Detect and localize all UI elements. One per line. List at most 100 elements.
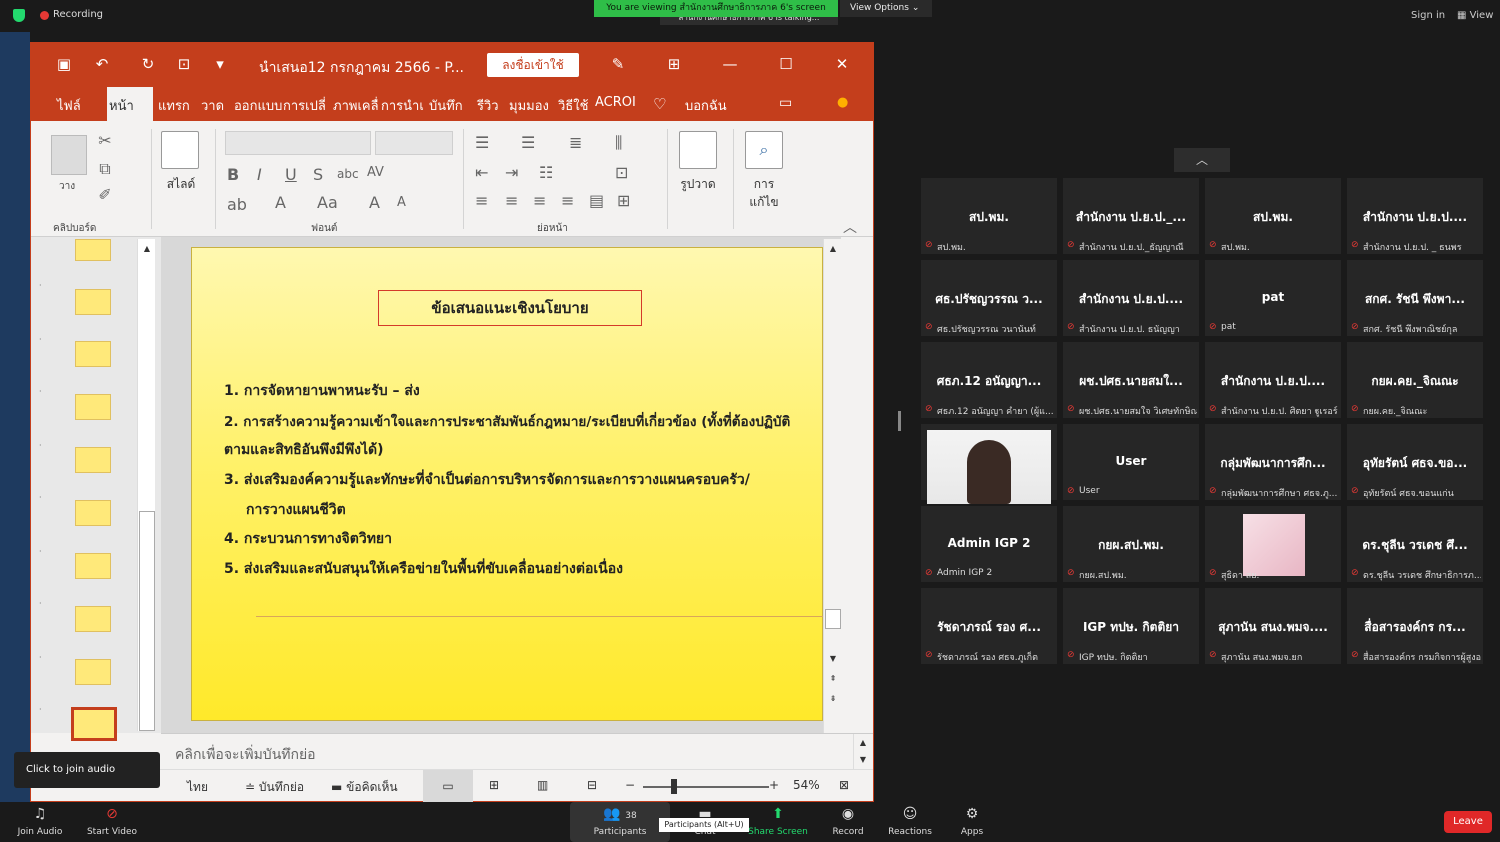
view-options-button[interactable]: View Options ⌄	[840, 0, 932, 17]
zoom-in-icon[interactable]: +	[769, 778, 779, 792]
start-video-button[interactable]: ⊘ Start Video	[76, 802, 148, 842]
highlight-icon[interactable]: ab	[227, 195, 247, 214]
participant-tile[interactable]: อุทัยรัตน์ ศธจ.ขอ... ⊘ อุทัยรัตน์ ศธจ.ขอนแ…	[1347, 424, 1483, 500]
justify-icon[interactable]: ≡	[561, 191, 574, 210]
close-icon[interactable]: ✕	[833, 55, 851, 73]
participant-tile[interactable]: สุภานัน สนง.พมจ.... ⊘ สุภานัน สนง.พมจ.ยก	[1205, 588, 1341, 664]
tab-draw[interactable]: วาด	[201, 95, 224, 116]
scroll-up-icon[interactable]: ▲	[825, 241, 841, 257]
language-status[interactable]: ไทย	[187, 778, 208, 797]
font-color-icon[interactable]: A	[275, 193, 286, 212]
participant-tile[interactable]: สำนักงาน ป.ย.ป.... ⊘ สำนักงาน ป.ย.ป. ธนัญญ…	[1063, 260, 1199, 336]
tab-help[interactable]: วิธีใช้	[558, 95, 588, 116]
tab-review[interactable]: รีวิว	[477, 95, 499, 116]
maximize-icon[interactable]: ☐	[777, 55, 795, 73]
participant-tile[interactable]: pat ⊘ pat	[1205, 260, 1341, 336]
format-painter-icon[interactable]: ✐	[95, 185, 115, 204]
find-icon[interactable]: ⌕	[745, 131, 783, 169]
change-case-icon[interactable]: Aa	[317, 193, 338, 212]
pen-icon[interactable]: ✎	[609, 55, 627, 73]
save-icon[interactable]: ▣	[55, 55, 73, 73]
share-screen-button[interactable]: ⬆ Share Screen	[742, 802, 814, 842]
present-icon[interactable]: ⊡	[175, 55, 193, 73]
notes-toggle[interactable]: ≐ บันทึกย่อ	[245, 778, 304, 797]
slide-thumbnail[interactable]	[75, 659, 111, 685]
slideshow-icon[interactable]: ⊟	[587, 778, 597, 792]
numbering-icon[interactable]: ☰	[521, 133, 535, 152]
view-button[interactable]: ▦ View	[1457, 10, 1493, 21]
zoom-out-icon[interactable]: −	[625, 778, 635, 792]
text-direction-icon[interactable]: ⫼	[615, 133, 622, 153]
slide-thumbnail[interactable]	[75, 239, 111, 261]
participant-tile[interactable]: สกศ. รัชนี พึงพา... ⊘ สกศ. รัชนี พึงพาณิชย…	[1347, 260, 1483, 336]
tab-view[interactable]: มุมมอง	[509, 95, 549, 116]
comments-toggle[interactable]: ▬ ข้อคิดเห็น	[331, 778, 398, 797]
tab-slideshow[interactable]: การนำเ	[381, 95, 424, 116]
thumbnail-scrollbar[interactable]: ▲	[137, 239, 155, 731]
participant-tile[interactable]: ผช.ปศธ.นายสมใ... ⊘ ผช.ปศธ.นายสมใจ วิเศษทัก…	[1063, 342, 1199, 418]
scroll-up-icon[interactable]: ▲	[855, 735, 871, 751]
bullets-icon[interactable]: ☰	[475, 133, 489, 152]
tab-record[interactable]: บันทึก	[429, 95, 463, 116]
smartart-icon[interactable]: ⊞	[617, 191, 630, 210]
minimize-icon[interactable]: —	[721, 55, 739, 73]
participant-tile[interactable]: สำนักงาน ป.ย.ป.... ⊘ สำนักงาน ป.ย.ป. ศิตยา…	[1205, 342, 1341, 418]
notes-pane[interactable]: คลิกเพื่อจะเพิ่มบันทึกย่อ ▲ ▼	[161, 733, 873, 770]
scroll-thumb[interactable]	[139, 511, 155, 731]
participant-tile[interactable]: สป.พม. ⊘ สป.พม.	[921, 178, 1057, 254]
notes-scrollbar[interactable]: ▲ ▼	[853, 734, 871, 770]
zoom-slider[interactable]	[643, 786, 769, 788]
participant-tile[interactable]: สำนักงาน ป.ย.ป.... ⊘ สำนักงาน ป.ย.ป. _ ธนพ…	[1347, 178, 1483, 254]
tab-acrobat[interactable]: ACROI	[595, 95, 636, 110]
participant-tile[interactable]: กยผ.สป.พม. ⊘ กยผ.สป.พม.	[1063, 506, 1199, 582]
tab-home[interactable]: หน้าแรก	[107, 87, 153, 121]
current-slide[interactable]: ข้อเสนอแนะเชิงนโยบาย 1. การจัดหายานพาหนะ…	[191, 247, 824, 721]
font-family-combo[interactable]	[225, 131, 371, 155]
apps-button[interactable]: ⚙ Apps	[936, 802, 1008, 842]
shapes-button-label[interactable]: รูปวาด	[673, 175, 723, 194]
reading-view-icon[interactable]: ▥	[537, 778, 548, 792]
shapes-icon[interactable]	[679, 131, 717, 169]
distribute-icon[interactable]: ▤	[589, 191, 604, 210]
scroll-up-icon[interactable]: ▲	[139, 241, 155, 257]
shadow-icon[interactable]: S	[313, 165, 323, 184]
participant-tile[interactable]: กยผ.คย._จิณณะ ⊘ กยผ.คย._จิณณะ	[1347, 342, 1483, 418]
tab-insert[interactable]: แทรก	[158, 95, 190, 116]
participant-tile[interactable]: ศธภ.12 อนัญญา... ⊘ ศธภ.12 อนัญญา คำยา (ผู้…	[921, 342, 1057, 418]
scroll-down-icon[interactable]: ▼	[855, 752, 871, 768]
paste-icon[interactable]	[51, 135, 87, 175]
slide-sorter-icon[interactable]: ⊞	[489, 778, 499, 792]
tab-transitions[interactable]: การเปลี่	[283, 95, 326, 116]
ribbon-display-icon[interactable]: ⊞	[665, 55, 683, 73]
participant-tile[interactable]: IGP ทปษ. กิตติยา ⊘ IGP ทปษ. กิตติยา	[1063, 588, 1199, 664]
columns-icon[interactable]: ☷	[539, 163, 553, 182]
notes-placeholder[interactable]: คลิกเพื่อจะเพิ่มบันทึกย่อ	[175, 744, 316, 766]
collapse-ribbon-icon[interactable]: ︿	[843, 217, 857, 237]
gallery-collapse-icon[interactable]: ︿	[1174, 148, 1230, 172]
slide-thumbnail[interactable]	[75, 606, 111, 632]
line-spacing-icon[interactable]: ≣	[569, 133, 582, 152]
copy-icon[interactable]: ⧉	[95, 159, 115, 179]
next-slide-icon[interactable]: ⇟	[825, 691, 841, 707]
participant-tile[interactable]: กลุ่มพัฒนาการศึก... ⊘ กลุ่มพัฒนาการศึกษา ศ…	[1205, 424, 1341, 500]
underline-icon[interactable]: U	[285, 165, 297, 184]
increase-indent-icon[interactable]: ⇥	[505, 163, 518, 182]
slide-thumbnail[interactable]	[75, 341, 111, 367]
new-slide-button-label[interactable]: สไลด์	[159, 175, 203, 194]
shrink-font-icon[interactable]: A	[397, 195, 406, 210]
slide-thumbnail[interactable]	[75, 394, 111, 420]
decrease-indent-icon[interactable]: ⇤	[475, 163, 488, 182]
participant-tile[interactable]: ดร.ชุลีน วรเดช ศึ... ⊘ ดร.ชุลีน วรเดช ศึกษ…	[1347, 506, 1483, 582]
tab-file[interactable]: ไฟล์	[57, 95, 81, 116]
participant-tile[interactable]: สป.พม. ⊘ สป.พม.	[1205, 178, 1341, 254]
participants-button[interactable]: 👥 38 Participants	[570, 802, 670, 842]
leave-button[interactable]: Leave	[1444, 811, 1492, 833]
participant-tile[interactable]: Admin IGP 2 ⊘ Admin IGP 2	[921, 506, 1057, 582]
redo-icon[interactable]: ↻	[139, 55, 157, 73]
font-size-combo[interactable]	[375, 131, 453, 155]
join-audio-button[interactable]: ♫ Join Audio	[4, 802, 76, 842]
lightbulb-icon[interactable]: ♡	[653, 95, 666, 113]
slide-thumbnail[interactable]	[75, 553, 111, 579]
editing-label-1[interactable]: การ	[739, 175, 789, 194]
italic-icon[interactable]: I	[257, 165, 262, 184]
